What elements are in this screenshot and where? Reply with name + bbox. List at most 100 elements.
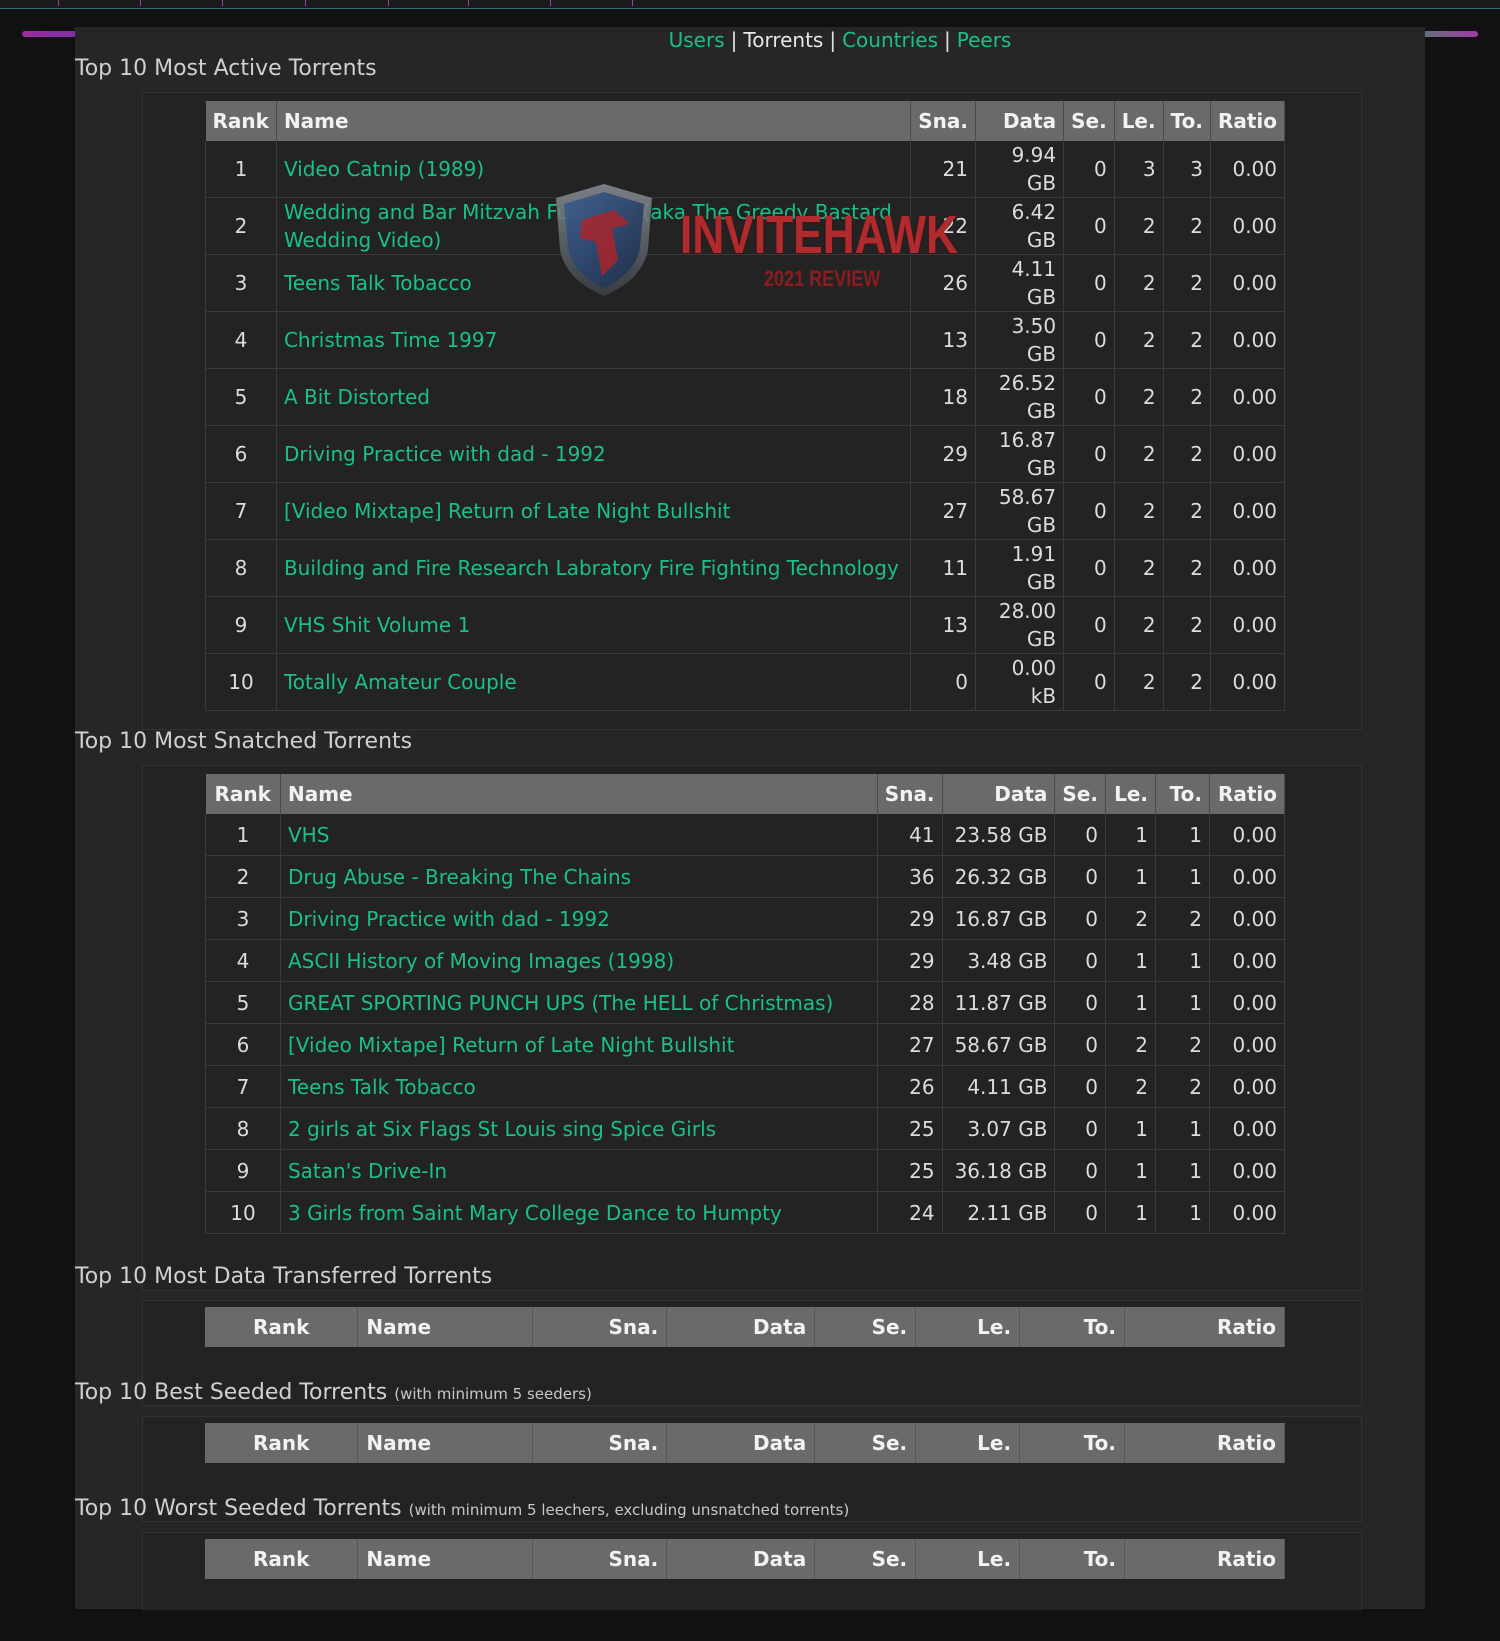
col-leechers-header[interactable]: Le. [915, 1307, 1021, 1347]
leechers-cell: 1 [1105, 1107, 1156, 1150]
nav-separator: | [829, 28, 837, 52]
rank-cell: 3 [205, 254, 277, 312]
torrent-link[interactable]: Wedding and Bar Mitzvah Fuck Ups (aka Th… [284, 200, 892, 252]
col-seeders-header[interactable]: Se. [814, 1307, 917, 1347]
col-snatched-header[interactable]: Sna. [532, 1539, 668, 1579]
torrent-link[interactable]: Driving Practice with dad - 1992 [284, 442, 606, 466]
torrent-link[interactable]: Driving Practice with dad - 1992 [288, 907, 610, 931]
col-data-header[interactable]: Data [975, 101, 1065, 141]
table-row: 4 ASCII History of Moving Images (1998) 29… [205, 939, 1286, 982]
torrent-link[interactable]: ASCII History of Moving Images (1998) [288, 949, 674, 973]
col-total-header[interactable]: To. [1019, 1539, 1126, 1579]
torrent-link[interactable]: Totally Amateur Couple [284, 670, 517, 694]
data-cell: 36.18 GB [941, 1149, 1056, 1192]
torrent-link[interactable]: Teens Talk Tobacco [284, 271, 472, 295]
name-cell: [Video Mixtape] Return of Late Night Bul… [279, 1023, 878, 1066]
col-rank-header[interactable]: Rank [205, 1539, 359, 1579]
torrent-link[interactable]: VHS [288, 823, 329, 847]
col-seeders-header[interactable]: Se. [1054, 774, 1106, 814]
torrent-link[interactable]: 3 Girls from Saint Mary College Dance to… [288, 1201, 782, 1225]
col-leechers-header[interactable]: Le. [915, 1539, 1021, 1579]
data-cell: 58.67 GB [974, 482, 1065, 540]
torrent-link[interactable]: 2 girls at Six Flags St Louis sing Spice… [288, 1117, 716, 1141]
torrent-link[interactable]: Building and Fire Research Labratory Fir… [284, 556, 899, 580]
total-cell: 1 [1154, 1149, 1210, 1192]
col-total-header[interactable]: To. [1163, 101, 1211, 141]
col-total-header[interactable]: To. [1019, 1307, 1126, 1347]
col-ratio-header[interactable]: Ratio [1209, 774, 1286, 814]
data-cell: 28.00 GB [974, 596, 1065, 654]
col-rank-header[interactable]: Rank [205, 101, 277, 141]
torrent-link[interactable]: VHS Shit Volume 1 [284, 613, 470, 637]
torrent-link[interactable]: Christmas Time 1997 [284, 328, 497, 352]
col-data-header[interactable]: Data [666, 1539, 816, 1579]
col-name-header[interactable]: Name [357, 1539, 534, 1579]
snatched-cell: 27 [876, 1023, 943, 1066]
name-cell: Teens Talk Tobacco [279, 1065, 878, 1108]
torrent-link[interactable]: [Video Mixtape] Return of Late Night Bul… [284, 499, 730, 523]
col-rank-header[interactable]: Rank [205, 1423, 359, 1463]
torrent-link[interactable]: [Video Mixtape] Return of Late Night Bul… [288, 1033, 734, 1057]
col-snatched-header[interactable]: Sna. [910, 101, 976, 141]
section-title-most-data-transferred: Top 10 Most Data Transferred Torrents [75, 1264, 493, 1289]
col-seeders-header[interactable]: Se. [814, 1423, 917, 1463]
name-cell: Teens Talk Tobacco [275, 254, 912, 312]
col-seeders-header[interactable]: Se. [814, 1539, 917, 1579]
col-total-header[interactable]: To. [1019, 1423, 1126, 1463]
data-cell: 2.11 GB [941, 1191, 1056, 1234]
leechers-cell: 1 [1105, 981, 1156, 1024]
torrent-link[interactable]: GREAT SPORTING PUNCH UPS (The HELL of Ch… [288, 991, 833, 1015]
snatched-cell: 11 [910, 539, 976, 597]
col-snatched-header[interactable]: Sna. [877, 774, 943, 814]
torrent-link[interactable]: A Bit Distorted [284, 385, 430, 409]
col-leechers-header[interactable]: Le. [915, 1423, 1021, 1463]
rank-cell: 7 [205, 482, 277, 540]
torrent-link[interactable]: Teens Talk Tobacco [288, 1075, 476, 1099]
total-cell: 2 [1162, 596, 1211, 654]
rank-cell: 4 [205, 939, 281, 982]
leechers-cell: 2 [1105, 1065, 1156, 1108]
rank-cell: 9 [205, 596, 277, 654]
total-cell: 2 [1162, 539, 1211, 597]
nav-users-link[interactable]: Users [669, 28, 725, 52]
col-leechers-header[interactable]: Le. [1105, 774, 1156, 814]
col-rank-header[interactable]: Rank [205, 774, 281, 814]
col-rank-header[interactable]: Rank [205, 1307, 359, 1347]
rank-cell: 1 [205, 141, 277, 198]
col-ratio-header[interactable]: Ratio [1124, 1423, 1285, 1463]
data-cell: 3.07 GB [941, 1107, 1056, 1150]
torrent-link[interactable]: Satan's Drive-In [288, 1159, 447, 1183]
seeders-cell: 0 [1054, 897, 1106, 940]
name-cell: Totally Amateur Couple [275, 653, 912, 711]
ratio-cell: 0.00 [1209, 368, 1286, 426]
data-cell: 23.58 GB [941, 814, 1056, 856]
snatched-cell: 28 [876, 981, 943, 1024]
torrent-link[interactable]: Drug Abuse - Breaking The Chains [288, 865, 631, 889]
col-ratio-header[interactable]: Ratio [1124, 1307, 1285, 1347]
name-cell: A Bit Distorted [275, 368, 912, 426]
col-ratio-header[interactable]: Ratio [1124, 1539, 1285, 1579]
col-total-header[interactable]: To. [1155, 774, 1210, 814]
data-cell: 0.00 kB [974, 653, 1065, 711]
col-snatched-header[interactable]: Sna. [532, 1423, 668, 1463]
ratio-cell: 0.00 [1208, 855, 1286, 898]
col-name-header[interactable]: Name [357, 1307, 534, 1347]
col-snatched-header[interactable]: Sna. [532, 1307, 668, 1347]
col-data-header[interactable]: Data [666, 1423, 816, 1463]
col-leechers-header[interactable]: Le. [1114, 101, 1164, 141]
col-ratio-header[interactable]: Ratio [1210, 101, 1286, 141]
col-data-header[interactable]: Data [666, 1307, 816, 1347]
col-data-header[interactable]: Data [942, 774, 1056, 814]
torrent-link[interactable]: Video Catnip (1989) [284, 157, 484, 181]
table-row: 9 Satan's Drive-In 25 36.18 GB 0 1 1 0.00 [205, 1149, 1286, 1192]
col-name-header[interactable]: Name [276, 101, 912, 141]
col-name-header[interactable]: Name [280, 774, 878, 814]
leechers-cell: 1 [1105, 855, 1156, 898]
most-snatched-table: Rank Name Sna. Data Se. Le. To. Ratio 1 V… [205, 774, 1286, 1234]
name-cell: Christmas Time 1997 [275, 311, 912, 369]
best-seeded-title-text: Top 10 Best Seeded Torrents [75, 1380, 388, 1405]
nav-peers-link[interactable]: Peers [957, 28, 1012, 52]
nav-countries-link[interactable]: Countries [842, 28, 938, 52]
col-seeders-header[interactable]: Se. [1063, 101, 1115, 141]
col-name-header[interactable]: Name [357, 1423, 534, 1463]
